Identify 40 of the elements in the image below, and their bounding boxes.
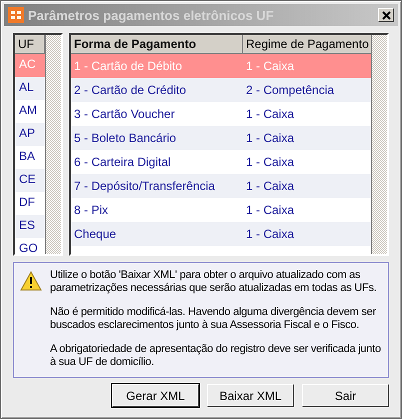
table-cell-text: 6 - Carteira Digital — [73, 154, 172, 171]
dialog-button[interactable]: Sair — [302, 384, 389, 407]
table-cell-text: 1 - Caixa — [245, 58, 296, 75]
table-row[interactable]: 7 - Depósito/Transferência 1 - Caixa — [71, 174, 371, 198]
warning-icon — [20, 271, 42, 291]
uf-item[interactable]: ES — [15, 215, 45, 238]
table-cell-text: 1 - Caixa — [245, 226, 296, 243]
table-cell-text: 1 - Caixa — [245, 154, 296, 171]
table-cell-text: 5 - Boleto Bancário — [73, 130, 178, 147]
uf-item[interactable]: AL — [15, 77, 45, 100]
close-button[interactable] — [378, 8, 394, 22]
table-cell-text: Cheque — [73, 226, 118, 243]
table-cell-text: 2 - Competência — [245, 82, 336, 99]
notice-text: A obrigatoriedade de apresentação do registro deve ser verificada junto à sua UF de domicílio. — [50, 343, 382, 369]
table-cell-text: 2 - Cartão de Crédito — [73, 82, 188, 99]
dialog-button[interactable]: Baixar XML — [207, 384, 294, 407]
table-row[interactable]: Cheque 1 - Caixa — [71, 222, 371, 246]
dialog-button[interactable]: Gerar XML — [112, 384, 199, 407]
table-cell-text: 3 - Cartão Voucher — [73, 106, 176, 123]
table-cell-text: 1 - Cartão de Débito — [73, 58, 184, 75]
uf-item[interactable]: CE — [15, 169, 45, 192]
scrollbar[interactable] — [371, 35, 387, 254]
app-icon — [8, 7, 24, 23]
uf-list[interactable]: UF AC AL AM AP BA CE DF ES GO — [13, 33, 63, 256]
close-icon — [382, 10, 390, 20]
column-header[interactable]: UF — [15, 35, 45, 54]
table-cell-text: 1 - Caixa — [245, 178, 296, 195]
scrollbar[interactable] — [45, 35, 61, 254]
notice-text: Não é permitido modificá-las. Havendo alguma divergência devem ser buscados esclarecimentos junto à sua Assessoria Fiscal e o Fisco. — [50, 306, 377, 332]
table-cell-text: 1 - Caixa — [245, 202, 296, 219]
table-cell-text: 8 - Pix — [73, 202, 110, 219]
table-cell-text: 1 - Caixa — [245, 106, 296, 123]
table-row[interactable]: 5 - Boleto Bancário 1 - Caixa — [71, 126, 371, 150]
column-header[interactable]: Regime de Pagamento — [243, 35, 371, 54]
column-header[interactable]: Forma de Pagamento — [71, 35, 243, 54]
table-cell-text: 1 - Caixa — [245, 130, 296, 147]
table-cell-text: 7 - Depósito/Transferência — [73, 178, 216, 195]
notice-text: Utilize o botão 'Baixar XML' para obter o arquivo atualizado com as parametrizações necessárias que serão atualizadas em todas as UFs. — [50, 269, 378, 295]
uf-item[interactable]: AP — [15, 123, 45, 146]
table-row[interactable]: 2 - Cartão de Crédito 2 - Competência — [71, 78, 371, 102]
